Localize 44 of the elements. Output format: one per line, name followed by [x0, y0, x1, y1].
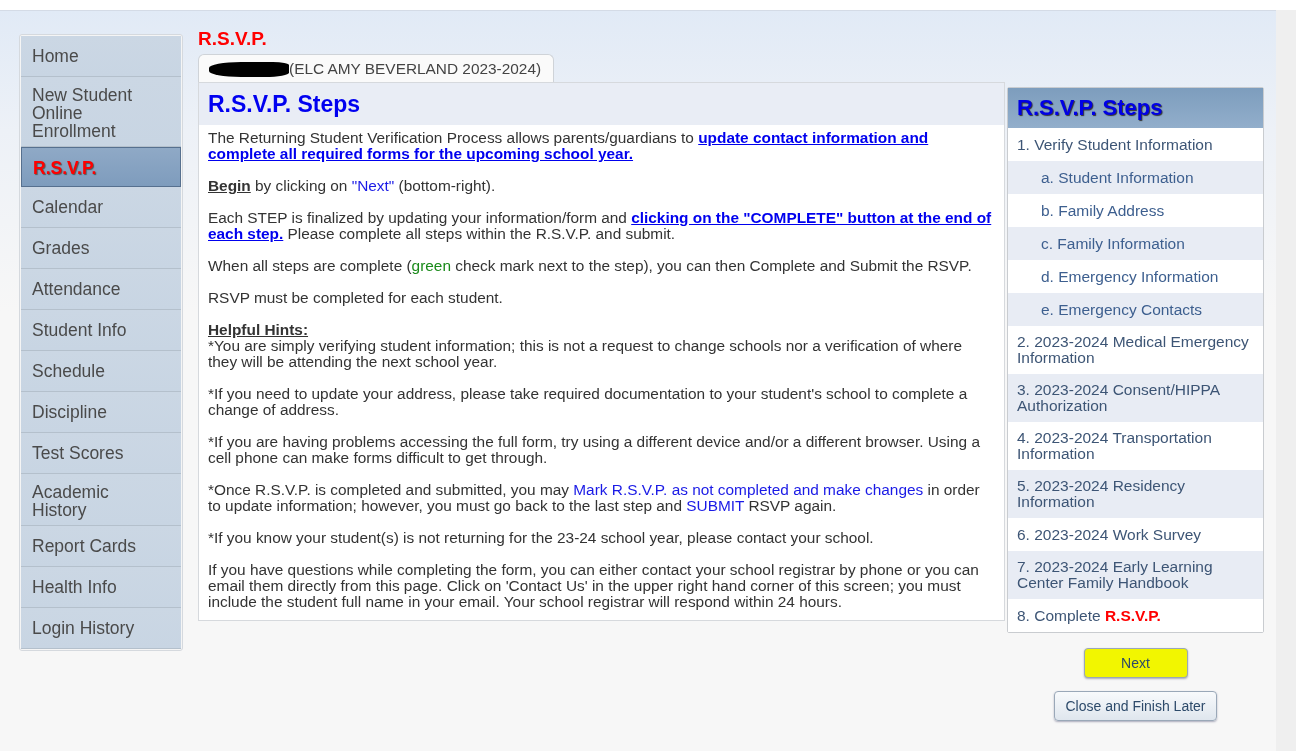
link[interactable]: clicking on the "COMPLETE" button at the end of [631, 209, 992, 226]
paragraph: *You are simply verifying student information; this is not a request to change schools nor a verification of where they will be attending the next school year. [208, 338, 963, 370]
step-link[interactable]: 7. 2023-2024 Early Learning Center Family Handbook [1008, 551, 1263, 599]
paragraph: Begin by clicking on "Next" (bottom-right). [208, 178, 497, 194]
link[interactable]: complete all required forms for the upcoming school year. [208, 145, 634, 162]
sidebar-item[interactable]: Student Info [21, 310, 181, 351]
paragraph: *If you are having problems accessing the full form, try using a different device and/or a different browser. Using a cell phone can make forms difficult to get through. [208, 434, 981, 466]
link[interactable]: "Next" [351, 177, 395, 194]
paragraph: Each STEP is finalized by updating your information/form and clicking on the "COMPLETE" button at the end of each step. Please complete all steps within the R.S.V.P. and submit. [208, 210, 993, 242]
sidebar-item[interactable]: New Student Online Enrollment [21, 77, 181, 147]
sidebar-item[interactable]: Login History [21, 608, 181, 649]
sidebar-item[interactable]: Discipline [21, 392, 181, 433]
link[interactable]: update contact information and [698, 129, 929, 146]
sidebar-item[interactable]: Attendance [21, 269, 181, 310]
panel-title: R.S.V.P. Steps [199, 83, 1004, 125]
paragraph: The Returning Student Verification Process allows parents/guardians to update contact information and complete all required forms for the upcoming school year. [208, 130, 930, 162]
next-button[interactable]: Next [1083, 648, 1188, 678]
step-link[interactable]: 5. 2023-2024 Residency Information [1008, 470, 1263, 518]
link[interactable]: each step. [208, 225, 284, 242]
paragraph: *If you need to update your address, please take required documentation to your student's school to complete a change of address. [208, 386, 969, 418]
paragraph: If you have questions while completing the form, you can either contact your school registrar by phone or you can email them directly from this page. Click on 'Contact Us' in the upper right hand corner of this screen; you must include the student full name in your email. Your school registrar will respond within 24 hours. [208, 562, 980, 610]
page-title: R.S.V.P. [198, 30, 268, 51]
substep-link[interactable]: a. Student Information [1008, 161, 1263, 194]
substep-link[interactable]: c. Family Information [1008, 227, 1263, 260]
sidebar-item[interactable]: Academic History [21, 474, 181, 526]
step-link[interactable]: 3. 2023-2024 Consent/HIPPA Authorization [1008, 374, 1263, 422]
sidebar-item[interactable]: Schedule [21, 351, 181, 392]
sidebar-item[interactable]: Calendar [21, 187, 181, 228]
sidebar-item[interactable]: Test Scores [21, 433, 181, 474]
paragraph: *Once R.S.V.P. is completed and submitted, you may Mark R.S.V.P. as not completed and make changes in order to update information; however, you must go back to the last step and SUBMIT RSVP again. [208, 482, 981, 514]
substep-link[interactable]: e. Emergency Contacts [1008, 293, 1263, 326]
link[interactable]: Mark R.S.V.P. as not completed and make changes [573, 481, 924, 498]
sidebar-item[interactable]: Home [21, 36, 181, 77]
sidebar-item[interactable]: Report Cards [21, 526, 181, 567]
sidebar-item[interactable]: Health Info [21, 567, 181, 608]
paragraph: When all steps are complete (green check mark next to the step), you can then Complete and Submit the RSVP. [208, 258, 973, 274]
hints-heading: Helpful Hints: [208, 322, 310, 338]
sidebar-item[interactable]: Grades [21, 228, 181, 269]
student-tab[interactable]: (ELC AMY BEVERLAND 2023-2024) [198, 54, 555, 82]
steps-title: R.S.V.P. Steps [1008, 88, 1263, 128]
paragraph: *If you know your student(s) is not returning for the 23-24 school year, please contact your school. [208, 530, 875, 546]
paragraph: RSVP must be completed for each student. [208, 290, 504, 306]
close-button[interactable]: Close and Finish Later [1054, 691, 1217, 721]
link[interactable]: SUBMIT [686, 497, 745, 514]
